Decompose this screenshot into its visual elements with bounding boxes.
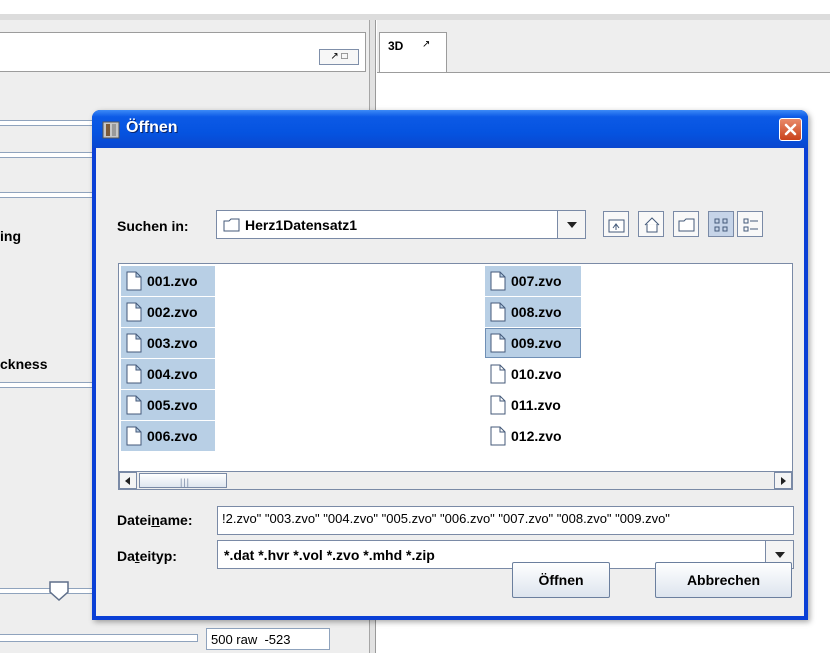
file-list-item[interactable]: 009.zvo [485,328,581,358]
filetype-label: Dateityp: [117,548,177,564]
file-icon [490,395,506,415]
tab-3d-label: 3D [388,39,404,53]
file-icon [126,426,142,446]
slider-track[interactable] [0,120,92,126]
file-icon [490,271,506,291]
cancel-button[interactable]: Abbrechen [655,562,792,598]
file-list-item[interactable]: 001.zvo [121,266,215,296]
bg-label-2: ckness [0,356,48,372]
file-list-item[interactable]: 004.zvo [121,359,215,389]
file-list-item[interactable]: 008.zvo [485,297,581,327]
slider-track[interactable] [0,192,92,198]
up-one-level-button[interactable] [603,211,629,237]
file-name: 011.zvo [511,397,561,413]
progress-bar [0,634,198,642]
file-icon [490,426,506,446]
slider-thumb-icon[interactable] [48,580,70,602]
file-name: 003.zvo [147,335,198,351]
details-view-icon [743,218,758,232]
file-icon [126,302,142,322]
file-list-item[interactable]: 003.zvo [121,328,215,358]
close-icon [784,123,797,136]
undock-icon[interactable]: ↗ [422,39,430,50]
file-list-item[interactable]: 010.zvo [485,359,581,389]
file-list-item[interactable]: 005.zvo [121,390,215,420]
file-icon [490,364,506,384]
file-list-item[interactable]: 012.zvo [485,421,581,451]
java-app-icon [102,121,120,139]
chevron-down-icon[interactable] [557,211,585,238]
file-name: 010.zvo [511,366,562,382]
scrollbar-thumb[interactable]: ||| [139,473,227,488]
new-folder-icon [678,218,695,232]
file-name: 004.zvo [147,366,198,382]
look-in-combo[interactable]: Herz1Datensatz1 [216,210,586,239]
close-button[interactable] [779,118,802,141]
scroll-left-button[interactable] [119,472,137,489]
file-name: 002.zvo [147,304,198,320]
filename-label: Dateiname: [117,512,193,528]
horizontal-scrollbar[interactable]: ||| [119,471,792,489]
details-view-button[interactable] [737,211,763,237]
file-icon [126,395,142,415]
file-name: 007.zvo [511,273,562,289]
file-list-item[interactable]: 011.zvo [485,390,581,420]
file-icon [490,302,506,322]
file-list-item[interactable]: 006.zvo [121,421,215,451]
file-name: 009.zvo [511,335,562,351]
file-icon [126,333,142,353]
bg-label-1: ing [0,228,21,244]
file-list-item[interactable]: 002.zvo [121,297,215,327]
panel-undock-maximize-icon[interactable]: ↗ □ [319,49,359,65]
file-list[interactable]: 012.zvo 011.zvo 010.zvo 009.zvo 008.zvo 007.z… [118,263,793,490]
file-name: 008.zvo [511,304,562,320]
grip-icon: ||| [180,477,191,487]
open-button[interactable]: Öffnen [512,562,610,598]
file-name: 001.zvo [147,273,198,289]
file-name: 012.zvo [511,428,562,444]
filename-input[interactable]: !2.zvo" "003.zvo" "004.zvo" "005.zvo" "0… [217,506,794,535]
new-folder-button[interactable] [673,211,699,237]
tab-3d[interactable]: 3D ↗ [379,32,447,72]
up-one-level-icon [608,219,625,233]
file-name: 006.zvo [147,428,198,444]
file-name: 005.zvo [147,397,198,413]
scroll-right-button[interactable] [774,472,792,489]
home-button[interactable] [638,211,664,237]
look-in-label: Suchen in: [117,218,189,234]
file-icon [490,333,506,353]
file-list-item[interactable]: 007.zvo [485,266,581,296]
value-readout: 500 raw -523 [206,628,330,650]
top-strip [0,0,830,14]
home-icon [644,217,660,233]
file-icon [126,364,142,384]
slider-track[interactable] [0,152,92,158]
open-dialog: Öffnen Suchen in: Herz1Datensatz1 012.zv… [92,110,808,620]
filetype-value: *.dat *.hvr *.vol *.zvo *.mhd *.zip [224,547,435,563]
list-view-icon [714,218,728,232]
slider-track[interactable] [0,382,92,388]
look-in-value: Herz1Datensatz1 [245,217,358,233]
dialog-title: Öffnen [126,119,178,136]
folder-icon [223,218,240,232]
dialog-body: Suchen in: Herz1Datensatz1 012.zvo 011.z… [96,148,804,616]
list-view-button[interactable] [708,211,734,237]
left-panel-header: ↗ □ [0,32,366,72]
filename-value: !2.zvo" "003.zvo" "004.zvo" "005.zvo" "0… [222,511,670,526]
dialog-titlebar[interactable]: Öffnen [92,110,808,148]
file-icon [126,271,142,291]
